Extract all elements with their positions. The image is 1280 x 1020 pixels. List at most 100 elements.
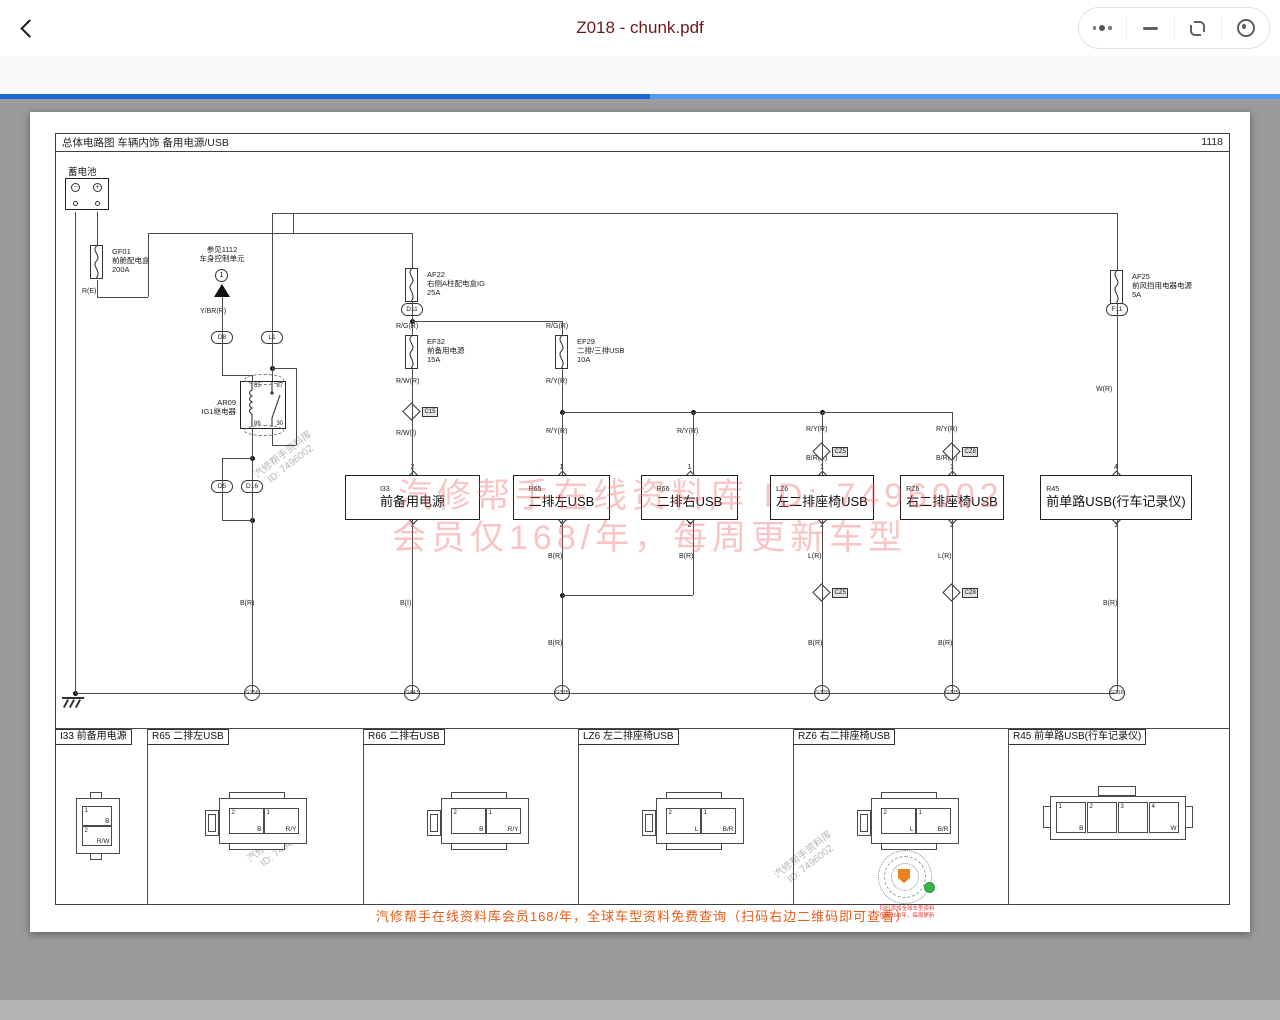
wire xyxy=(412,233,413,268)
diagram-page-number: 1118 xyxy=(1201,136,1223,148)
wire-color-label: R/Y(R) xyxy=(806,426,827,433)
wire-color-label: B(R) xyxy=(808,640,822,647)
wire-color-label: R/W(R) xyxy=(396,378,419,385)
inline-connector-tag: C15 xyxy=(422,407,438,417)
wire xyxy=(272,368,296,369)
wire-color-label: R/Y(R) xyxy=(546,378,567,385)
relay-AR09: 85 87 86 30 xyxy=(240,381,286,429)
panel-label: R45 前单路USB(行车记录仪) xyxy=(1008,729,1146,745)
fuse-GF01 xyxy=(90,245,103,279)
wire xyxy=(272,445,296,446)
fuse-EF32 xyxy=(405,335,418,369)
wire xyxy=(272,213,273,383)
wire xyxy=(97,297,148,298)
wire-color-label: B(R) xyxy=(938,640,952,647)
wire xyxy=(148,233,412,234)
wire xyxy=(562,321,563,335)
wire xyxy=(293,213,294,233)
wire xyxy=(363,728,364,905)
relay-label: AR09 IG1继电器 xyxy=(178,398,236,416)
watermark-line2: 会员仅168/年，每周更新车型 xyxy=(392,510,907,559)
wire xyxy=(252,428,253,693)
battery-symbol: − + xyxy=(65,178,109,210)
fuse-label-EF32: EF32前备用电源15A xyxy=(427,338,465,364)
wire xyxy=(296,368,297,445)
reference-arrow-icon xyxy=(214,284,230,297)
fuse-AF25 xyxy=(1110,270,1123,304)
panel-label: I33 前备用电源 xyxy=(55,729,132,745)
wire xyxy=(55,728,1230,729)
wire-color-label: R/G(R) xyxy=(396,323,418,330)
inline-connector-tag: CZ8 xyxy=(962,588,978,598)
wire-color-label: R/G(R) xyxy=(546,323,568,330)
wire xyxy=(97,280,98,297)
wire xyxy=(693,412,694,475)
pin-number-top: 4 xyxy=(1106,464,1126,472)
pdf-viewer-area[interactable]: 总体电路图 车辆内饰 备用电源/USB 1118 汽修帮手资料库ID: 7496… xyxy=(0,99,1280,1020)
connector-drawing: 1B2R/W xyxy=(70,790,215,870)
wire xyxy=(222,520,252,521)
ground-symbol-icon xyxy=(62,697,84,709)
wire xyxy=(952,520,953,693)
pdf-page: 总体电路图 车辆内饰 备用电源/USB 1118 汽修帮手资料库ID: 7496… xyxy=(30,112,1250,932)
battery-negative-terminal: − xyxy=(71,183,80,192)
wire-color-label: B(R) xyxy=(1103,600,1117,607)
fuse-label-GF01: GF01前舱配电盒200A xyxy=(112,248,150,274)
wire xyxy=(562,595,693,596)
wire xyxy=(97,212,98,245)
relay-connector-dash xyxy=(244,374,284,385)
wire xyxy=(952,412,953,475)
connector-drawing: 2B1R/Y xyxy=(427,796,572,876)
footer-promo-text: 汽修帮手在线资料库会员168/年，全球车型资料免费查询（扫码右边二维码即可查看） xyxy=(55,906,1230,925)
connector-drawing: 1B234W xyxy=(1050,786,1195,866)
wire xyxy=(147,728,148,905)
panel-label: R65 二排左USB xyxy=(147,729,229,745)
battery-positive-terminal: + xyxy=(93,183,102,192)
wire xyxy=(793,728,794,905)
wire xyxy=(222,458,252,459)
wire xyxy=(562,369,563,475)
inline-connector-tag: CZ8 xyxy=(962,447,978,457)
connector-drawing: 2L1B/R xyxy=(642,796,787,876)
reference-note: 参见1112 车身控制单元 xyxy=(168,245,276,263)
wire xyxy=(578,728,579,905)
wire xyxy=(412,302,413,335)
wire-color-label: R/Y(R) xyxy=(546,428,567,435)
battery-label: 蓄电池 xyxy=(68,164,97,178)
component-box-R45: R45前单路USB(行车记录仪) xyxy=(1040,475,1192,520)
app-window: Z018 - chunk.pdf ↑ ↓ / 1 − xyxy=(0,0,1280,1020)
pin-number-bottom: 1 xyxy=(1106,522,1126,530)
battery-stud xyxy=(95,201,100,206)
reference-pin-circle: 1 xyxy=(215,269,228,282)
wire xyxy=(75,212,76,693)
wire xyxy=(822,412,823,475)
battery-stud xyxy=(73,201,78,206)
fuse-EF29 xyxy=(555,335,568,369)
wire xyxy=(412,321,562,322)
relay-connector-dash xyxy=(244,425,284,436)
wire-color-label: R/Y(R) xyxy=(677,428,698,435)
wire-color-label: R/Y(R) xyxy=(936,426,957,433)
inline-connector-tag: CZ5 xyxy=(832,447,848,457)
panel-label: LZ6 左二排座椅USB xyxy=(578,729,679,745)
wire xyxy=(1117,304,1118,475)
wire xyxy=(75,693,1117,694)
panel-label: R66 二排右USB xyxy=(363,729,445,745)
inline-connector-tag: CZ5 xyxy=(832,588,848,598)
diagram-header: 总体电路图 车辆内饰 备用电源/USB 1118 xyxy=(55,133,1230,152)
wire xyxy=(222,296,223,375)
wire xyxy=(562,412,952,413)
wire-color-label: W(R) xyxy=(1096,386,1112,393)
wire xyxy=(1117,520,1118,693)
wire xyxy=(222,458,223,520)
wire xyxy=(1117,213,1118,270)
wire xyxy=(1008,728,1009,905)
stamp-green-dot xyxy=(924,882,935,893)
relay-pin-87: 87 xyxy=(276,383,283,389)
fuse-AF22 xyxy=(405,268,418,302)
wire-color-label: B(I) xyxy=(400,600,411,607)
wire-color-label: R(E) xyxy=(82,288,96,295)
wire xyxy=(412,369,413,475)
wire xyxy=(272,213,1117,214)
panel-label: RZ6 右二排座椅USB xyxy=(793,729,895,745)
